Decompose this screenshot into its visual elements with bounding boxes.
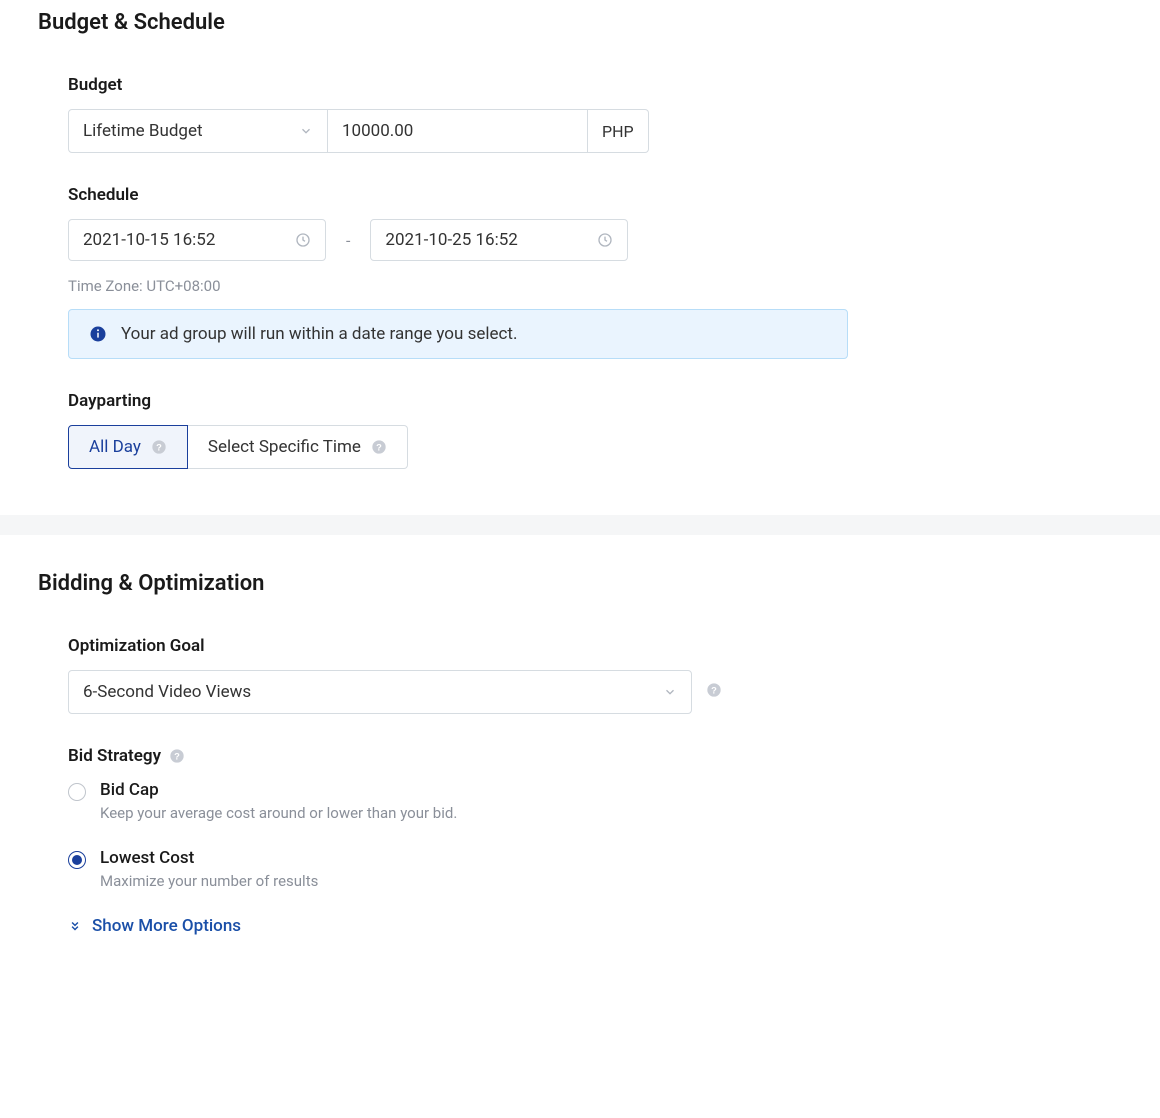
- lowest-cost-desc: Maximize your number of results: [100, 872, 318, 890]
- dayparting-field: Dayparting All Day ? Select Specific Tim…: [68, 391, 1122, 469]
- bid-cap-desc: Keep your average cost around or lower t…: [100, 804, 457, 822]
- budget-field: Budget Lifetime Budget PHP: [68, 75, 1122, 153]
- optimization-goal-help[interactable]: ?: [706, 682, 722, 702]
- radio-icon: [68, 851, 86, 869]
- dayparting-toggle-group: All Day ? Select Specific Time ?: [68, 425, 1122, 469]
- schedule-end-input[interactable]: 2021-10-25 16:52: [370, 219, 628, 261]
- help-icon: ?: [151, 439, 167, 455]
- budget-type-select[interactable]: Lifetime Budget: [68, 109, 328, 153]
- dayparting-specific-time-button[interactable]: Select Specific Time ?: [188, 425, 408, 469]
- budget-currency: PHP: [588, 109, 649, 153]
- schedule-info-text: Your ad group will run within a date ran…: [121, 324, 517, 344]
- help-icon[interactable]: ?: [169, 748, 185, 764]
- dayparting-specific-time-label: Select Specific Time: [208, 437, 361, 457]
- bid-cap-radio[interactable]: Bid Cap Keep your average cost around or…: [68, 780, 1122, 822]
- chevron-down-icon: [299, 124, 313, 138]
- budget-label: Budget: [68, 75, 1122, 95]
- bid-strategy-field: Bid Strategy ? Bid Cap Keep your average…: [68, 746, 1122, 936]
- budget-amount-input[interactable]: [328, 109, 588, 153]
- optimization-goal-label: Optimization Goal: [68, 636, 1122, 656]
- clock-icon: [295, 232, 311, 248]
- optimization-goal-select[interactable]: 6-Second Video Views: [68, 670, 692, 714]
- double-chevron-down-icon: [68, 919, 82, 933]
- schedule-start-input[interactable]: 2021-10-15 16:52: [68, 219, 326, 261]
- svg-text:?: ?: [376, 442, 382, 452]
- schedule-info-banner: Your ad group will run within a date ran…: [68, 309, 848, 359]
- bid-strategy-label: Bid Strategy ?: [68, 746, 1122, 766]
- bid-strategy-label-text: Bid Strategy: [68, 746, 161, 766]
- lowest-cost-title: Lowest Cost: [100, 848, 318, 868]
- schedule-start-value: 2021-10-15 16:52: [83, 230, 215, 250]
- budget-schedule-title: Budget & Schedule: [38, 10, 1122, 35]
- show-more-options-link[interactable]: Show More Options: [68, 916, 1122, 936]
- bid-cap-title: Bid Cap: [100, 780, 457, 800]
- schedule-end-value: 2021-10-25 16:52: [385, 230, 517, 250]
- budget-schedule-section: Budget & Schedule Budget Lifetime Budget…: [0, 0, 1160, 515]
- dayparting-all-day-label: All Day: [89, 437, 141, 457]
- optimization-goal-field: Optimization Goal 6-Second Video Views ?: [68, 636, 1122, 714]
- svg-text:?: ?: [711, 685, 717, 695]
- chevron-down-icon: [663, 685, 677, 699]
- bidding-title: Bidding & Optimization: [38, 571, 1122, 596]
- radio-icon: [68, 783, 86, 801]
- dayparting-all-day-button[interactable]: All Day ?: [68, 425, 188, 469]
- schedule-field: Schedule 2021-10-15 16:52 - 2021-10-25 1…: [68, 185, 1122, 359]
- svg-text:?: ?: [174, 751, 180, 761]
- optimization-goal-value: 6-Second Video Views: [83, 682, 251, 702]
- help-icon: ?: [706, 682, 722, 698]
- show-more-label: Show More Options: [92, 916, 241, 936]
- budget-type-value: Lifetime Budget: [83, 121, 203, 141]
- section-divider: [0, 515, 1160, 535]
- clock-icon: [597, 232, 613, 248]
- dayparting-label: Dayparting: [68, 391, 1122, 411]
- info-icon: [89, 325, 107, 343]
- help-icon: ?: [371, 439, 387, 455]
- schedule-label: Schedule: [68, 185, 1122, 205]
- date-separator: -: [346, 231, 350, 250]
- schedule-timezone: Time Zone: UTC+08:00: [68, 277, 1122, 295]
- lowest-cost-radio[interactable]: Lowest Cost Maximize your number of resu…: [68, 848, 1122, 890]
- svg-text:?: ?: [156, 442, 162, 452]
- bidding-optimization-section: Bidding & Optimization Optimization Goal…: [0, 535, 1160, 1004]
